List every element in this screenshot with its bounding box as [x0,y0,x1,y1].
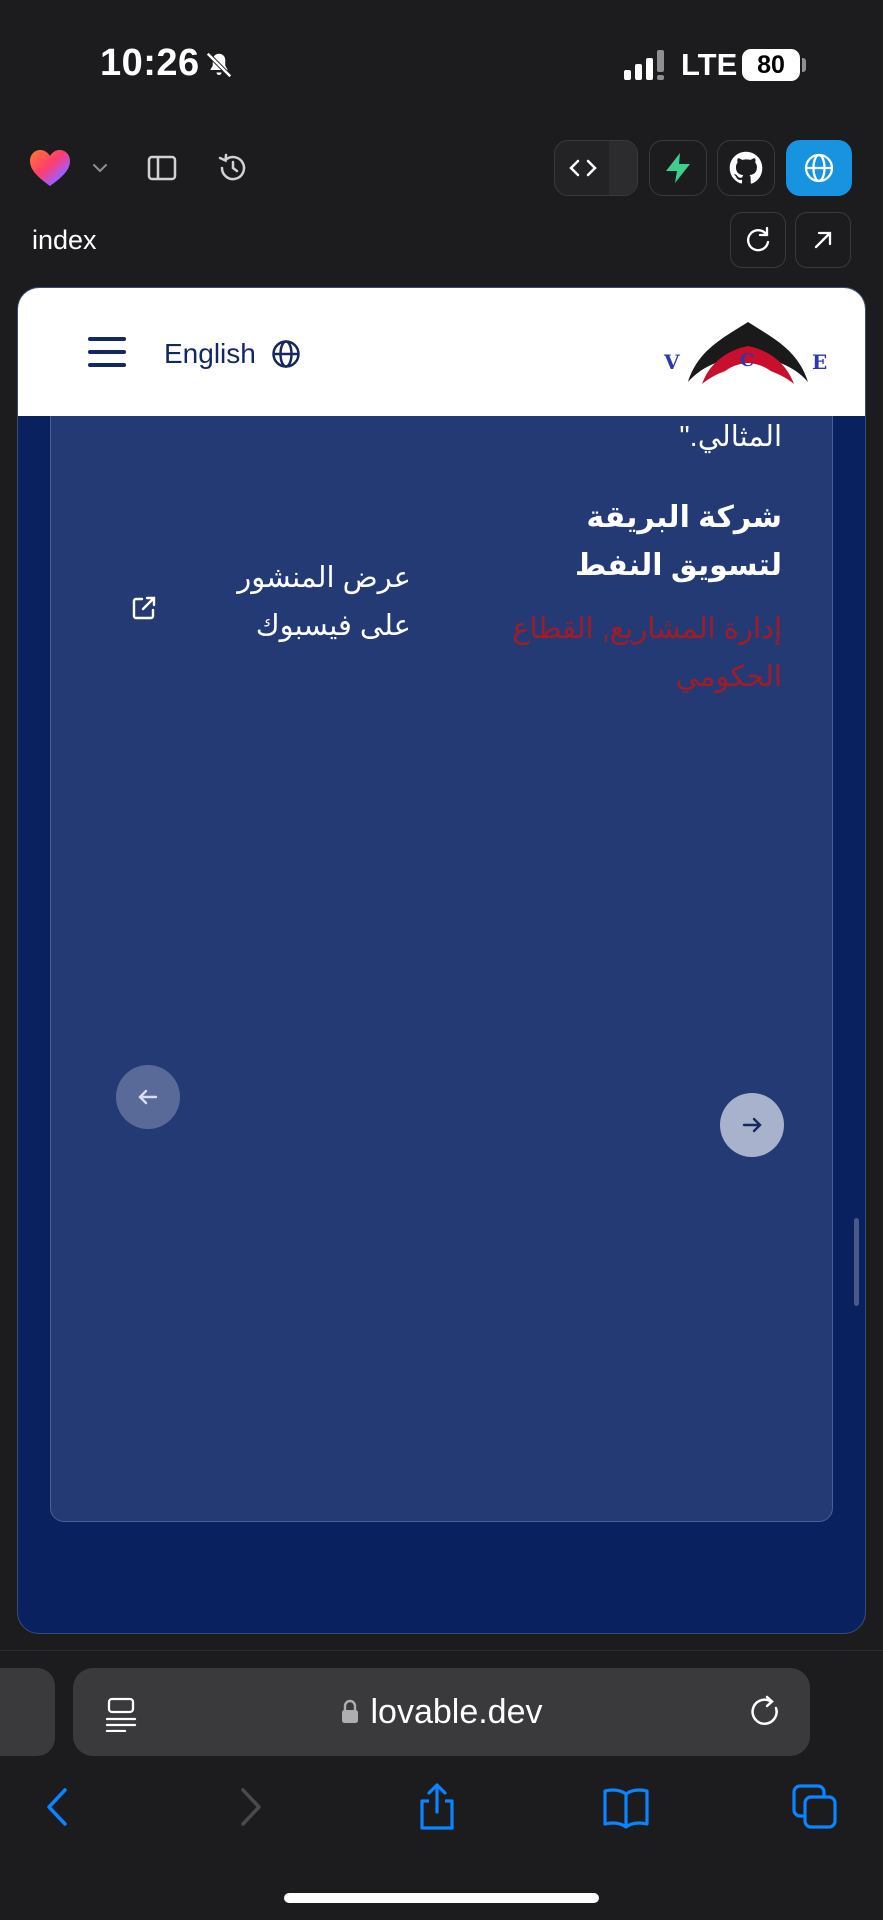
sidebar-icon[interactable] [144,150,180,186]
battery-icon: 80 [742,49,800,81]
signal-icon [624,50,664,80]
arrow-up-right-icon [814,231,832,249]
facebook-post-link[interactable]: عرض المنشور على فيسبوك [201,554,411,650]
carousel-next-button[interactable] [720,1093,784,1157]
language-toggle[interactable]: English [164,334,302,374]
code-icon [569,159,597,177]
supabase-button[interactable] [649,140,707,196]
logo-letter-v: V [663,350,680,374]
previous-tab-stub[interactable] [0,1668,55,1756]
url-display[interactable]: lovable.dev [73,1668,810,1756]
preview-reload-button[interactable] [730,212,786,268]
network-label: LTE [681,47,738,82]
code-toggle-track [609,141,637,195]
battery-cap [802,58,806,72]
arrow-right-icon [742,1117,762,1133]
github-icon [729,151,763,184]
carousel-prev-button[interactable] [116,1065,180,1129]
back-icon[interactable] [33,1782,83,1832]
reload-icon[interactable] [747,1694,783,1730]
address-bar[interactable]: lovable.dev [73,1668,810,1756]
menu-icon[interactable] [88,337,126,367]
logo-letter-e: E [812,350,827,374]
preview-scrollbar[interactable] [854,1218,859,1306]
open-external-button[interactable] [795,212,851,268]
lock-icon [342,1699,359,1723]
language-label: English [164,338,256,369]
share-icon[interactable] [412,1782,462,1832]
status-bar: 10:26 LTE 80 [0,0,883,130]
globe-icon [804,153,834,183]
logo-letter-c: C [740,350,754,371]
site-header: English V C E [18,288,865,416]
testimonial-card: المثالي." شركة البريقة لتسويق النفط إدار… [50,348,833,1522]
tabs-icon[interactable] [790,1782,840,1832]
bell-off-icon [206,52,232,78]
external-link-icon[interactable] [129,593,159,623]
bolt-icon [666,153,690,183]
bookmarks-icon[interactable] [601,1782,651,1832]
home-indicator[interactable] [284,1893,599,1903]
testimonial-sector: إدارة المشاريع, القطاع الحكومي [512,613,782,693]
arrow-left-icon [138,1089,158,1105]
code-view-button[interactable] [554,140,638,196]
vce-logo[interactable]: V C E [658,320,838,390]
reload-icon [747,226,770,252]
github-button[interactable] [717,140,775,196]
url-text: lovable.dev [370,1692,543,1731]
testimonial-company: شركة البريقة لتسويق النفط [575,501,782,582]
publish-button[interactable] [786,140,852,196]
status-time: 10:26 [100,42,200,84]
chevron-down-icon[interactable] [90,158,110,178]
globe-icon [272,340,300,368]
forward-icon[interactable] [225,1782,275,1832]
testimonial-quote: المثالي." [679,421,782,453]
lovable-logo-icon[interactable] [30,150,70,188]
history-icon[interactable] [215,150,251,186]
site-preview: English V C E المثالي." شركة البريقة لتس… [17,287,866,1634]
route-label[interactable]: index [32,225,97,256]
